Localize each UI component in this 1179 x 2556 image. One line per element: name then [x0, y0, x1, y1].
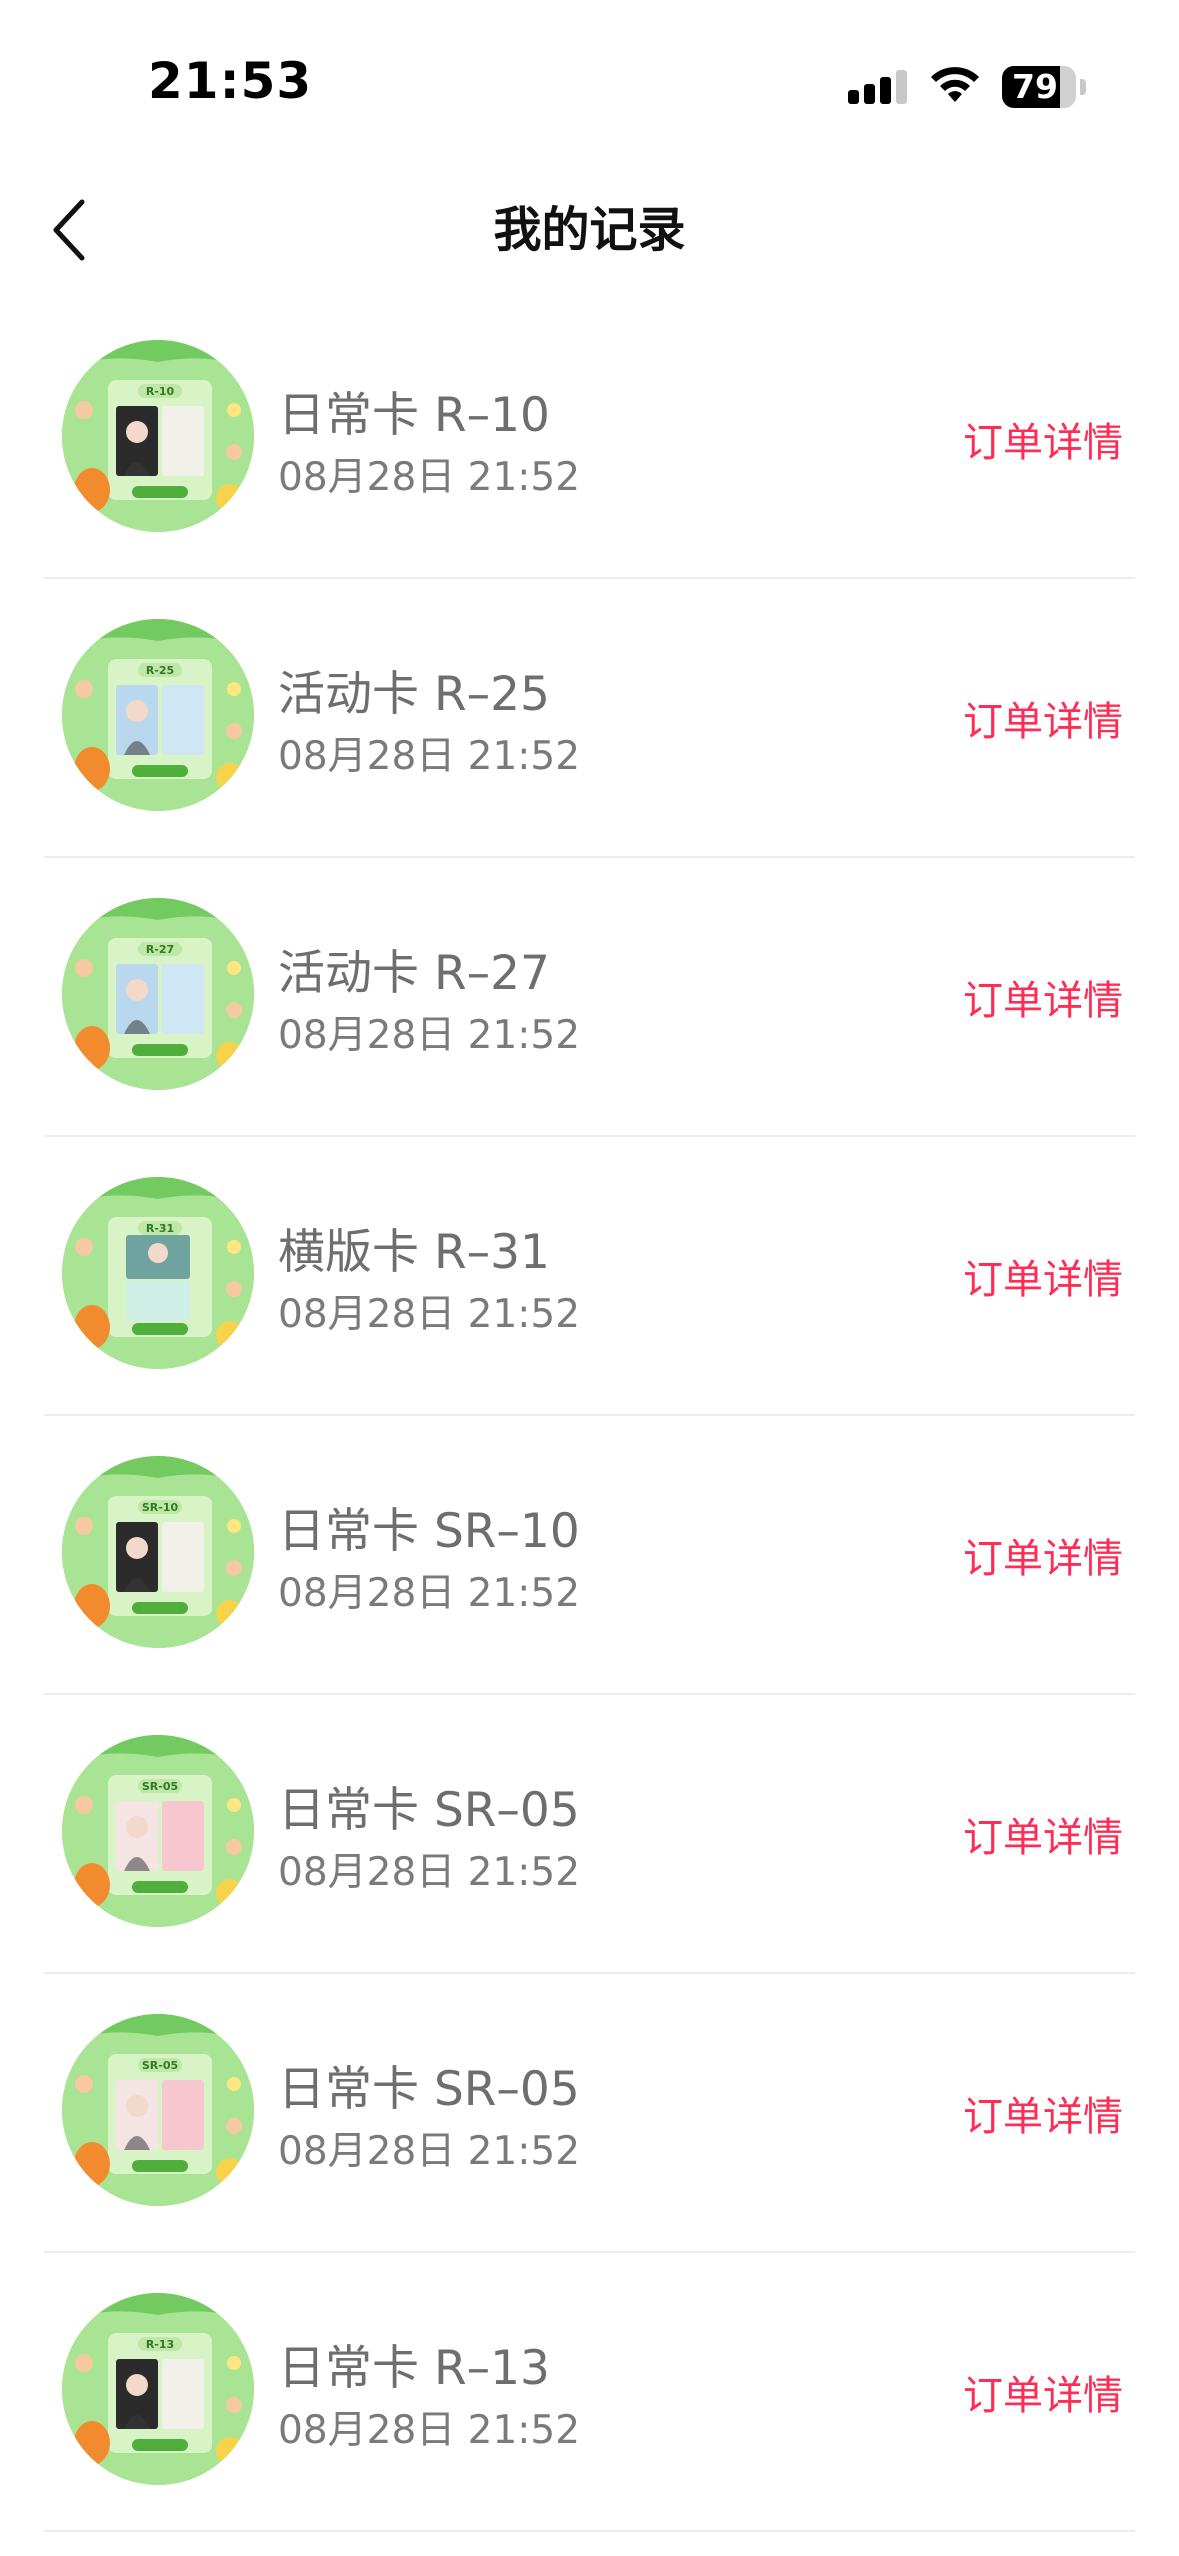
- record-name: 活动卡 R–25: [278, 667, 550, 722]
- order-detail-link[interactable]: 订单详情: [963, 1805, 1123, 1863]
- record-time: 08月28日 21:52: [278, 1013, 581, 1058]
- record-thumbnail: SR-05: [62, 1735, 254, 1927]
- order-detail-link[interactable]: 订单详情: [963, 1247, 1123, 1305]
- record-item[interactable]: R-25 活动卡 R–25 08月28日 21:52 订单详情: [0, 579, 1179, 858]
- record-time: 08月28日 21:52: [278, 455, 581, 500]
- record-time: 08月28日 21:52: [278, 2129, 581, 2174]
- record-name: 日常卡 R–13: [278, 2341, 550, 2396]
- order-detail-link[interactable]: 订单详情: [963, 410, 1123, 468]
- record-thumbnail: R-31: [62, 1177, 254, 1369]
- record-item[interactable]: SR-05 日常卡 SR–05 08月28日 21:52 订单详情: [0, 1695, 1179, 1974]
- page-title: 我的记录: [493, 202, 686, 258]
- record-list: R-10 日常卡 R–10 08月28日 21:52 订单详情 R-25 活动卡 R–25…: [0, 300, 1179, 2532]
- nav-bar: 我的记录: [0, 170, 1179, 290]
- thumbnail-badge: R-31: [146, 1222, 174, 1235]
- status-bar: 21:53 79: [0, 0, 1179, 170]
- status-time: 21:53: [148, 52, 313, 110]
- record-time: 08月28日 21:52: [278, 1850, 581, 1895]
- record-item[interactable]: SR-05 日常卡 SR–05 08月28日 21:52 订单详情: [0, 1974, 1179, 2253]
- wifi-icon: [931, 67, 979, 102]
- record-thumbnail: SR-10: [62, 1456, 254, 1648]
- record-thumbnail: R-10: [62, 340, 254, 532]
- record-time: 08月28日 21:52: [278, 1292, 581, 1337]
- thumbnail-badge: R-25: [146, 664, 174, 677]
- thumbnail-badge: SR-05: [142, 2059, 178, 2072]
- record-name: 横版卡 R–31: [278, 1225, 550, 1280]
- order-detail-link[interactable]: 订单详情: [963, 968, 1123, 1026]
- record-thumbnail: R-13: [62, 2293, 254, 2485]
- order-detail-link[interactable]: 订单详情: [963, 2363, 1123, 2421]
- record-thumbnail: R-25: [62, 619, 254, 811]
- record-time: 08月28日 21:52: [278, 1571, 581, 1616]
- battery-percent: 79: [1012, 67, 1058, 106]
- order-detail-link[interactable]: 订单详情: [963, 689, 1123, 747]
- thumbnail-badge: SR-05: [142, 1780, 178, 1793]
- order-detail-link[interactable]: 订单详情: [963, 1526, 1123, 1584]
- record-thumbnail: SR-05: [62, 2014, 254, 2206]
- divider: [44, 2530, 1135, 2532]
- record-name: 日常卡 R–10: [278, 388, 550, 443]
- record-item[interactable]: R-27 活动卡 R–27 08月28日 21:52 订单详情: [0, 858, 1179, 1137]
- thumbnail-badge: SR-10: [142, 1501, 179, 1514]
- record-name: 日常卡 SR–05: [278, 2062, 580, 2117]
- cellular-signal-icon: [848, 70, 907, 104]
- thumbnail-badge: R-13: [146, 2338, 174, 2351]
- record-item[interactable]: R-10 日常卡 R–10 08月28日 21:52 订单详情: [0, 300, 1179, 579]
- record-item[interactable]: R-13 日常卡 R–13 08月28日 21:52 订单详情: [0, 2253, 1179, 2532]
- record-name: 日常卡 SR–10: [278, 1504, 580, 1559]
- record-item[interactable]: R-31 横版卡 R–31 08月28日 21:52 订单详情: [0, 1137, 1179, 1416]
- record-time: 08月28日 21:52: [278, 734, 581, 779]
- chevron-left-icon: [53, 199, 85, 261]
- record-name: 日常卡 SR–05: [278, 1783, 580, 1838]
- order-detail-link[interactable]: 订单详情: [963, 2084, 1123, 2142]
- thumbnail-badge: R-27: [146, 943, 174, 956]
- battery-body: 79: [1002, 66, 1076, 108]
- record-time: 08月28日 21:52: [278, 2408, 581, 2453]
- battery-cap: [1080, 79, 1086, 95]
- thumbnail-badge: R-10: [146, 385, 175, 398]
- record-name: 活动卡 R–27: [278, 946, 550, 1001]
- record-thumbnail: R-27: [62, 898, 254, 1090]
- record-item[interactable]: SR-10 日常卡 SR–10 08月28日 21:52 订单详情: [0, 1416, 1179, 1695]
- back-button[interactable]: [40, 194, 112, 266]
- battery-icon: 79: [1002, 66, 1088, 108]
